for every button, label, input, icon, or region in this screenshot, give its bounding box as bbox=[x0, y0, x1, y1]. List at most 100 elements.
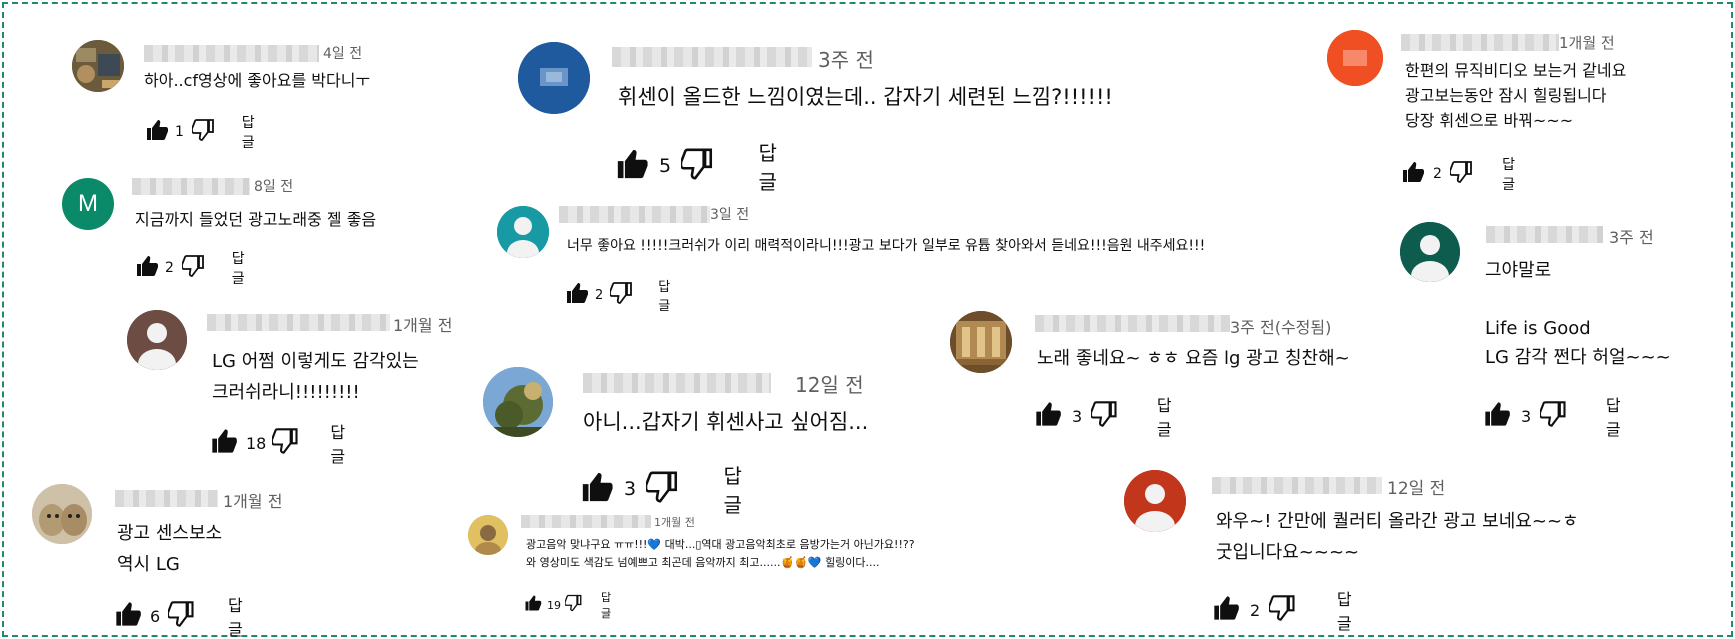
avatar-letter: M bbox=[78, 190, 98, 217]
thumb-up-icon bbox=[525, 595, 542, 611]
reply-button[interactable]: 답글 bbox=[1337, 586, 1357, 634]
comment-time: 12일 전 bbox=[1387, 479, 1446, 499]
like-count: 18 bbox=[246, 433, 267, 453]
comment-actions: 2 답글 bbox=[135, 248, 250, 288]
avatar[interactable] bbox=[72, 40, 124, 92]
reply-button[interactable]: 답글 bbox=[330, 419, 348, 467]
dislike-button[interactable] bbox=[679, 147, 715, 185]
author-name[interactable] bbox=[115, 490, 218, 507]
thumb-up-icon bbox=[116, 602, 141, 626]
dislike-button[interactable] bbox=[1449, 160, 1474, 188]
like-button[interactable] bbox=[1483, 400, 1511, 432]
dislike-button[interactable] bbox=[166, 600, 196, 632]
like-button[interactable] bbox=[145, 118, 169, 146]
avatar[interactable] bbox=[497, 206, 549, 258]
like-button[interactable] bbox=[135, 254, 159, 282]
avatar[interactable] bbox=[1327, 30, 1383, 86]
comment-actions: 2 답글 bbox=[565, 276, 675, 314]
reply-button[interactable]: 답글 bbox=[1502, 154, 1520, 194]
avatar[interactable] bbox=[468, 515, 508, 555]
dislike-button[interactable] bbox=[271, 427, 300, 459]
thumb-up-icon bbox=[1403, 162, 1424, 182]
like-button[interactable] bbox=[565, 281, 589, 309]
comment-time: 4일 전 bbox=[323, 46, 363, 62]
photo-icon bbox=[72, 40, 124, 92]
comment-text: 노래 좋네요~ ㅎㅎ 요즘 lg 광고 칭찬해~ bbox=[1037, 348, 1350, 369]
dislike-button[interactable] bbox=[609, 281, 634, 309]
comment-actions: 5 답글 bbox=[615, 137, 783, 195]
dislike-button[interactable] bbox=[190, 118, 216, 146]
like-button[interactable] bbox=[114, 600, 142, 632]
thumb-down-icon bbox=[166, 601, 194, 627]
thumb-down-icon bbox=[644, 471, 677, 503]
thumb-up-icon bbox=[617, 149, 648, 179]
like-count: 5 bbox=[659, 155, 672, 177]
avatar[interactable] bbox=[1124, 470, 1186, 532]
dislike-button[interactable] bbox=[564, 594, 583, 616]
comment-time: 3주 전(수정됨) bbox=[1230, 318, 1332, 337]
dislike-button[interactable] bbox=[644, 470, 680, 508]
avatar[interactable] bbox=[127, 310, 187, 370]
author-name[interactable] bbox=[521, 515, 651, 528]
comment-actions: 3 답글 bbox=[580, 460, 748, 518]
reply-button[interactable]: 답글 bbox=[759, 137, 784, 195]
reply-button[interactable]: 답글 bbox=[232, 248, 250, 288]
comment-actions: 1 답글 bbox=[145, 112, 260, 152]
avatar[interactable] bbox=[483, 367, 553, 437]
like-button[interactable] bbox=[1401, 160, 1425, 188]
avatar[interactable]: M bbox=[62, 178, 114, 230]
like-button[interactable] bbox=[1212, 594, 1240, 626]
dislike-button[interactable] bbox=[1267, 594, 1297, 626]
comment-time: 1개월 전 bbox=[654, 516, 695, 529]
author-name[interactable] bbox=[559, 206, 710, 223]
like-count: 2 bbox=[1433, 166, 1442, 182]
thumb-down-icon bbox=[609, 282, 633, 304]
comment-text: 너무 좋아요 !!!!!크러쉬가 이리 매력적이라니!!!광고 보다가 일부로 … bbox=[567, 238, 1206, 254]
thumb-up-icon bbox=[147, 120, 168, 140]
author-name[interactable] bbox=[207, 314, 390, 331]
thumb-down-icon bbox=[180, 255, 204, 277]
comment-actions: 3 답글 bbox=[1483, 392, 1626, 440]
like-count: 3 bbox=[624, 478, 637, 500]
author-name[interactable] bbox=[1486, 226, 1603, 243]
like-count: 19 bbox=[547, 598, 561, 612]
avatar[interactable] bbox=[32, 484, 92, 544]
like-button[interactable] bbox=[615, 147, 649, 185]
dislike-button[interactable] bbox=[1538, 400, 1568, 432]
like-button[interactable] bbox=[524, 594, 542, 616]
thumb-up-icon bbox=[1485, 402, 1510, 426]
photo-icon bbox=[483, 367, 553, 437]
thumb-down-icon bbox=[1538, 401, 1566, 427]
comment-actions: 6 답글 bbox=[114, 592, 249, 639]
author-name[interactable] bbox=[1212, 477, 1382, 494]
reply-button[interactable]: 답글 bbox=[242, 112, 260, 152]
comment-time: 3주 전 bbox=[818, 48, 874, 72]
comment-actions: 19 답글 bbox=[524, 589, 613, 621]
avatar[interactable] bbox=[518, 42, 590, 114]
default-user-icon bbox=[1400, 222, 1460, 282]
author-name[interactable] bbox=[1035, 315, 1230, 332]
author-name[interactable] bbox=[1401, 34, 1559, 51]
reply-button[interactable]: 답글 bbox=[1157, 392, 1177, 440]
comment-time: 3주 전 bbox=[1609, 228, 1654, 247]
comment-text: 와우~! 간만에 퀄러티 올라간 광고 보네요~~ㅎ 굿입니다요~~~~ bbox=[1216, 511, 1579, 563]
reply-button[interactable]: 답글 bbox=[658, 276, 675, 314]
author-name[interactable] bbox=[144, 45, 319, 62]
dislike-button[interactable] bbox=[1089, 400, 1119, 432]
author-name[interactable] bbox=[612, 47, 812, 67]
like-button[interactable] bbox=[210, 427, 238, 459]
like-button[interactable] bbox=[580, 470, 614, 508]
avatar[interactable] bbox=[1400, 222, 1460, 282]
author-name[interactable] bbox=[583, 373, 771, 393]
reply-button[interactable]: 답글 bbox=[228, 592, 249, 639]
reply-button[interactable]: 답글 bbox=[724, 460, 749, 518]
thumb-up-icon bbox=[1036, 402, 1061, 426]
thumb-down-icon bbox=[564, 594, 582, 612]
like-button[interactable] bbox=[1034, 400, 1062, 432]
like-count: 6 bbox=[150, 606, 161, 626]
avatar[interactable] bbox=[950, 311, 1012, 373]
reply-button[interactable]: 답글 bbox=[1606, 392, 1626, 440]
dislike-button[interactable] bbox=[180, 254, 206, 282]
author-name[interactable] bbox=[132, 178, 250, 195]
reply-button[interactable]: 답글 bbox=[601, 589, 613, 621]
